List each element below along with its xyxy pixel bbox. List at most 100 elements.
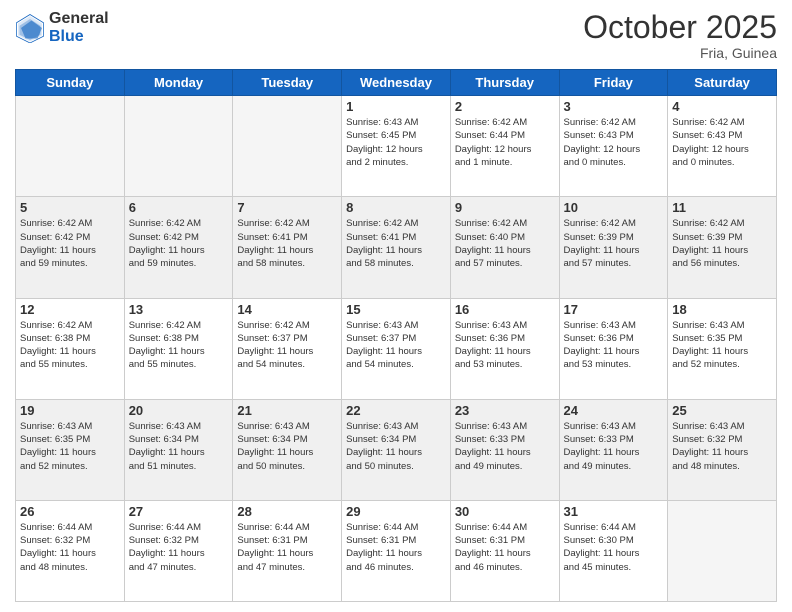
day-info: Sunrise: 6:44 AM Sunset: 6:31 PM Dayligh…	[455, 521, 555, 574]
day-number: 8	[346, 200, 446, 215]
day-header-wednesday: Wednesday	[342, 70, 451, 96]
day-number: 15	[346, 302, 446, 317]
day-info: Sunrise: 6:43 AM Sunset: 6:33 PM Dayligh…	[564, 420, 664, 473]
month-title: October 2025	[583, 10, 777, 45]
calendar-cell: 19 Sunrise: 6:43 AM Sunset: 6:35 PM Dayli…	[16, 399, 125, 500]
calendar-cell: 3 Sunrise: 6:42 AM Sunset: 6:43 PM Daylig…	[559, 96, 668, 197]
calendar-cell: 28 Sunrise: 6:44 AM Sunset: 6:31 PM Dayli…	[233, 500, 342, 601]
day-info: Sunrise: 6:43 AM Sunset: 6:35 PM Dayligh…	[672, 319, 772, 372]
day-number: 3	[564, 99, 664, 114]
day-number: 28	[237, 504, 337, 519]
day-info: Sunrise: 6:42 AM Sunset: 6:38 PM Dayligh…	[20, 319, 120, 372]
day-info: Sunrise: 6:43 AM Sunset: 6:36 PM Dayligh…	[564, 319, 664, 372]
calendar-cell: 23 Sunrise: 6:43 AM Sunset: 6:33 PM Dayli…	[450, 399, 559, 500]
day-info: Sunrise: 6:42 AM Sunset: 6:43 PM Dayligh…	[564, 116, 664, 169]
day-info: Sunrise: 6:44 AM Sunset: 6:31 PM Dayligh…	[237, 521, 337, 574]
day-info: Sunrise: 6:43 AM Sunset: 6:34 PM Dayligh…	[237, 420, 337, 473]
calendar-cell: 12 Sunrise: 6:42 AM Sunset: 6:38 PM Dayli…	[16, 298, 125, 399]
calendar-cell	[668, 500, 777, 601]
calendar-cell: 27 Sunrise: 6:44 AM Sunset: 6:32 PM Dayli…	[124, 500, 233, 601]
calendar-cell: 21 Sunrise: 6:43 AM Sunset: 6:34 PM Dayli…	[233, 399, 342, 500]
day-number: 25	[672, 403, 772, 418]
day-info: Sunrise: 6:43 AM Sunset: 6:33 PM Dayligh…	[455, 420, 555, 473]
day-number: 10	[564, 200, 664, 215]
calendar-cell	[16, 96, 125, 197]
day-info: Sunrise: 6:43 AM Sunset: 6:34 PM Dayligh…	[129, 420, 229, 473]
day-info: Sunrise: 6:42 AM Sunset: 6:41 PM Dayligh…	[237, 217, 337, 270]
day-number: 19	[20, 403, 120, 418]
day-number: 18	[672, 302, 772, 317]
day-number: 14	[237, 302, 337, 317]
day-info: Sunrise: 6:42 AM Sunset: 6:39 PM Dayligh…	[564, 217, 664, 270]
day-info: Sunrise: 6:43 AM Sunset: 6:35 PM Dayligh…	[20, 420, 120, 473]
day-number: 1	[346, 99, 446, 114]
day-header-monday: Monday	[124, 70, 233, 96]
logo: General Blue	[15, 10, 109, 46]
day-info: Sunrise: 6:44 AM Sunset: 6:32 PM Dayligh…	[129, 521, 229, 574]
day-info: Sunrise: 6:42 AM Sunset: 6:44 PM Dayligh…	[455, 116, 555, 169]
day-number: 20	[129, 403, 229, 418]
calendar-cell: 4Sunrise: 6:42 AM Sunset: 6:43 PM Daylig…	[668, 96, 777, 197]
day-info: Sunrise: 6:44 AM Sunset: 6:32 PM Dayligh…	[20, 521, 120, 574]
calendar-cell: 13 Sunrise: 6:42 AM Sunset: 6:38 PM Dayli…	[124, 298, 233, 399]
calendar-cell: 31Sunrise: 6:44 AM Sunset: 6:30 PM Dayli…	[559, 500, 668, 601]
day-header-saturday: Saturday	[668, 70, 777, 96]
calendar-cell: 2 Sunrise: 6:42 AM Sunset: 6:44 PM Daylig…	[450, 96, 559, 197]
location-subtitle: Fria, Guinea	[583, 45, 777, 61]
day-number: 26	[20, 504, 120, 519]
calendar-cell: 10 Sunrise: 6:42 AM Sunset: 6:39 PM Dayli…	[559, 197, 668, 298]
day-number: 30	[455, 504, 555, 519]
day-info: Sunrise: 6:44 AM Sunset: 6:31 PM Dayligh…	[346, 521, 446, 574]
calendar-header-row: SundayMondayTuesdayWednesdayThursdayFrid…	[16, 70, 777, 96]
calendar-cell: 20 Sunrise: 6:43 AM Sunset: 6:34 PM Dayli…	[124, 399, 233, 500]
calendar-cell: 18 Sunrise: 6:43 AM Sunset: 6:35 PM Dayli…	[668, 298, 777, 399]
day-number: 21	[237, 403, 337, 418]
day-number: 6	[129, 200, 229, 215]
calendar-week-row: 19 Sunrise: 6:43 AM Sunset: 6:35 PM Dayli…	[16, 399, 777, 500]
day-header-tuesday: Tuesday	[233, 70, 342, 96]
calendar-cell: 6 Sunrise: 6:42 AM Sunset: 6:42 PM Daylig…	[124, 197, 233, 298]
day-number: 13	[129, 302, 229, 317]
day-info: Sunrise: 6:42 AM Sunset: 6:42 PM Dayligh…	[20, 217, 120, 270]
logo-icon	[15, 13, 45, 43]
calendar-cell: 9Sunrise: 6:42 AM Sunset: 6:40 PM Daylig…	[450, 197, 559, 298]
day-number: 2	[455, 99, 555, 114]
calendar-cell: 30 Sunrise: 6:44 AM Sunset: 6:31 PM Dayli…	[450, 500, 559, 601]
calendar-week-row: 12 Sunrise: 6:42 AM Sunset: 6:38 PM Dayli…	[16, 298, 777, 399]
day-number: 27	[129, 504, 229, 519]
day-number: 4	[672, 99, 772, 114]
calendar-cell	[124, 96, 233, 197]
day-header-thursday: Thursday	[450, 70, 559, 96]
day-number: 29	[346, 504, 446, 519]
day-number: 12	[20, 302, 120, 317]
calendar-cell: 8 Sunrise: 6:42 AM Sunset: 6:41 PM Daylig…	[342, 197, 451, 298]
day-number: 9	[455, 200, 555, 215]
calendar-cell: 7 Sunrise: 6:42 AM Sunset: 6:41 PM Daylig…	[233, 197, 342, 298]
day-number: 5	[20, 200, 120, 215]
calendar-cell: 15Sunrise: 6:43 AM Sunset: 6:37 PM Dayli…	[342, 298, 451, 399]
calendar-week-row: 26 Sunrise: 6:44 AM Sunset: 6:32 PM Dayli…	[16, 500, 777, 601]
day-info: Sunrise: 6:42 AM Sunset: 6:37 PM Dayligh…	[237, 319, 337, 372]
day-number: 16	[455, 302, 555, 317]
calendar-week-row: 5 Sunrise: 6:42 AM Sunset: 6:42 PM Daylig…	[16, 197, 777, 298]
calendar-cell: 29 Sunrise: 6:44 AM Sunset: 6:31 PM Dayli…	[342, 500, 451, 601]
header: General Blue October 2025 Fria, Guinea	[15, 10, 777, 61]
day-info: Sunrise: 6:43 AM Sunset: 6:32 PM Dayligh…	[672, 420, 772, 473]
day-info: Sunrise: 6:42 AM Sunset: 6:41 PM Dayligh…	[346, 217, 446, 270]
calendar-cell: 1Sunrise: 6:43 AM Sunset: 6:45 PM Daylig…	[342, 96, 451, 197]
day-info: Sunrise: 6:43 AM Sunset: 6:36 PM Dayligh…	[455, 319, 555, 372]
day-info: Sunrise: 6:42 AM Sunset: 6:38 PM Dayligh…	[129, 319, 229, 372]
day-number: 7	[237, 200, 337, 215]
day-number: 23	[455, 403, 555, 418]
day-info: Sunrise: 6:42 AM Sunset: 6:42 PM Dayligh…	[129, 217, 229, 270]
calendar-cell: 5 Sunrise: 6:42 AM Sunset: 6:42 PM Daylig…	[16, 197, 125, 298]
calendar-cell: 24Sunrise: 6:43 AM Sunset: 6:33 PM Dayli…	[559, 399, 668, 500]
calendar-cell	[233, 96, 342, 197]
page: General Blue October 2025 Fria, Guinea S…	[0, 0, 792, 612]
calendar-cell: 16 Sunrise: 6:43 AM Sunset: 6:36 PM Dayli…	[450, 298, 559, 399]
calendar-table: SundayMondayTuesdayWednesdayThursdayFrid…	[15, 69, 777, 602]
day-number: 31	[564, 504, 664, 519]
calendar-cell: 11Sunrise: 6:42 AM Sunset: 6:39 PM Dayli…	[668, 197, 777, 298]
calendar-cell: 17Sunrise: 6:43 AM Sunset: 6:36 PM Dayli…	[559, 298, 668, 399]
logo-text: General Blue	[49, 10, 109, 46]
